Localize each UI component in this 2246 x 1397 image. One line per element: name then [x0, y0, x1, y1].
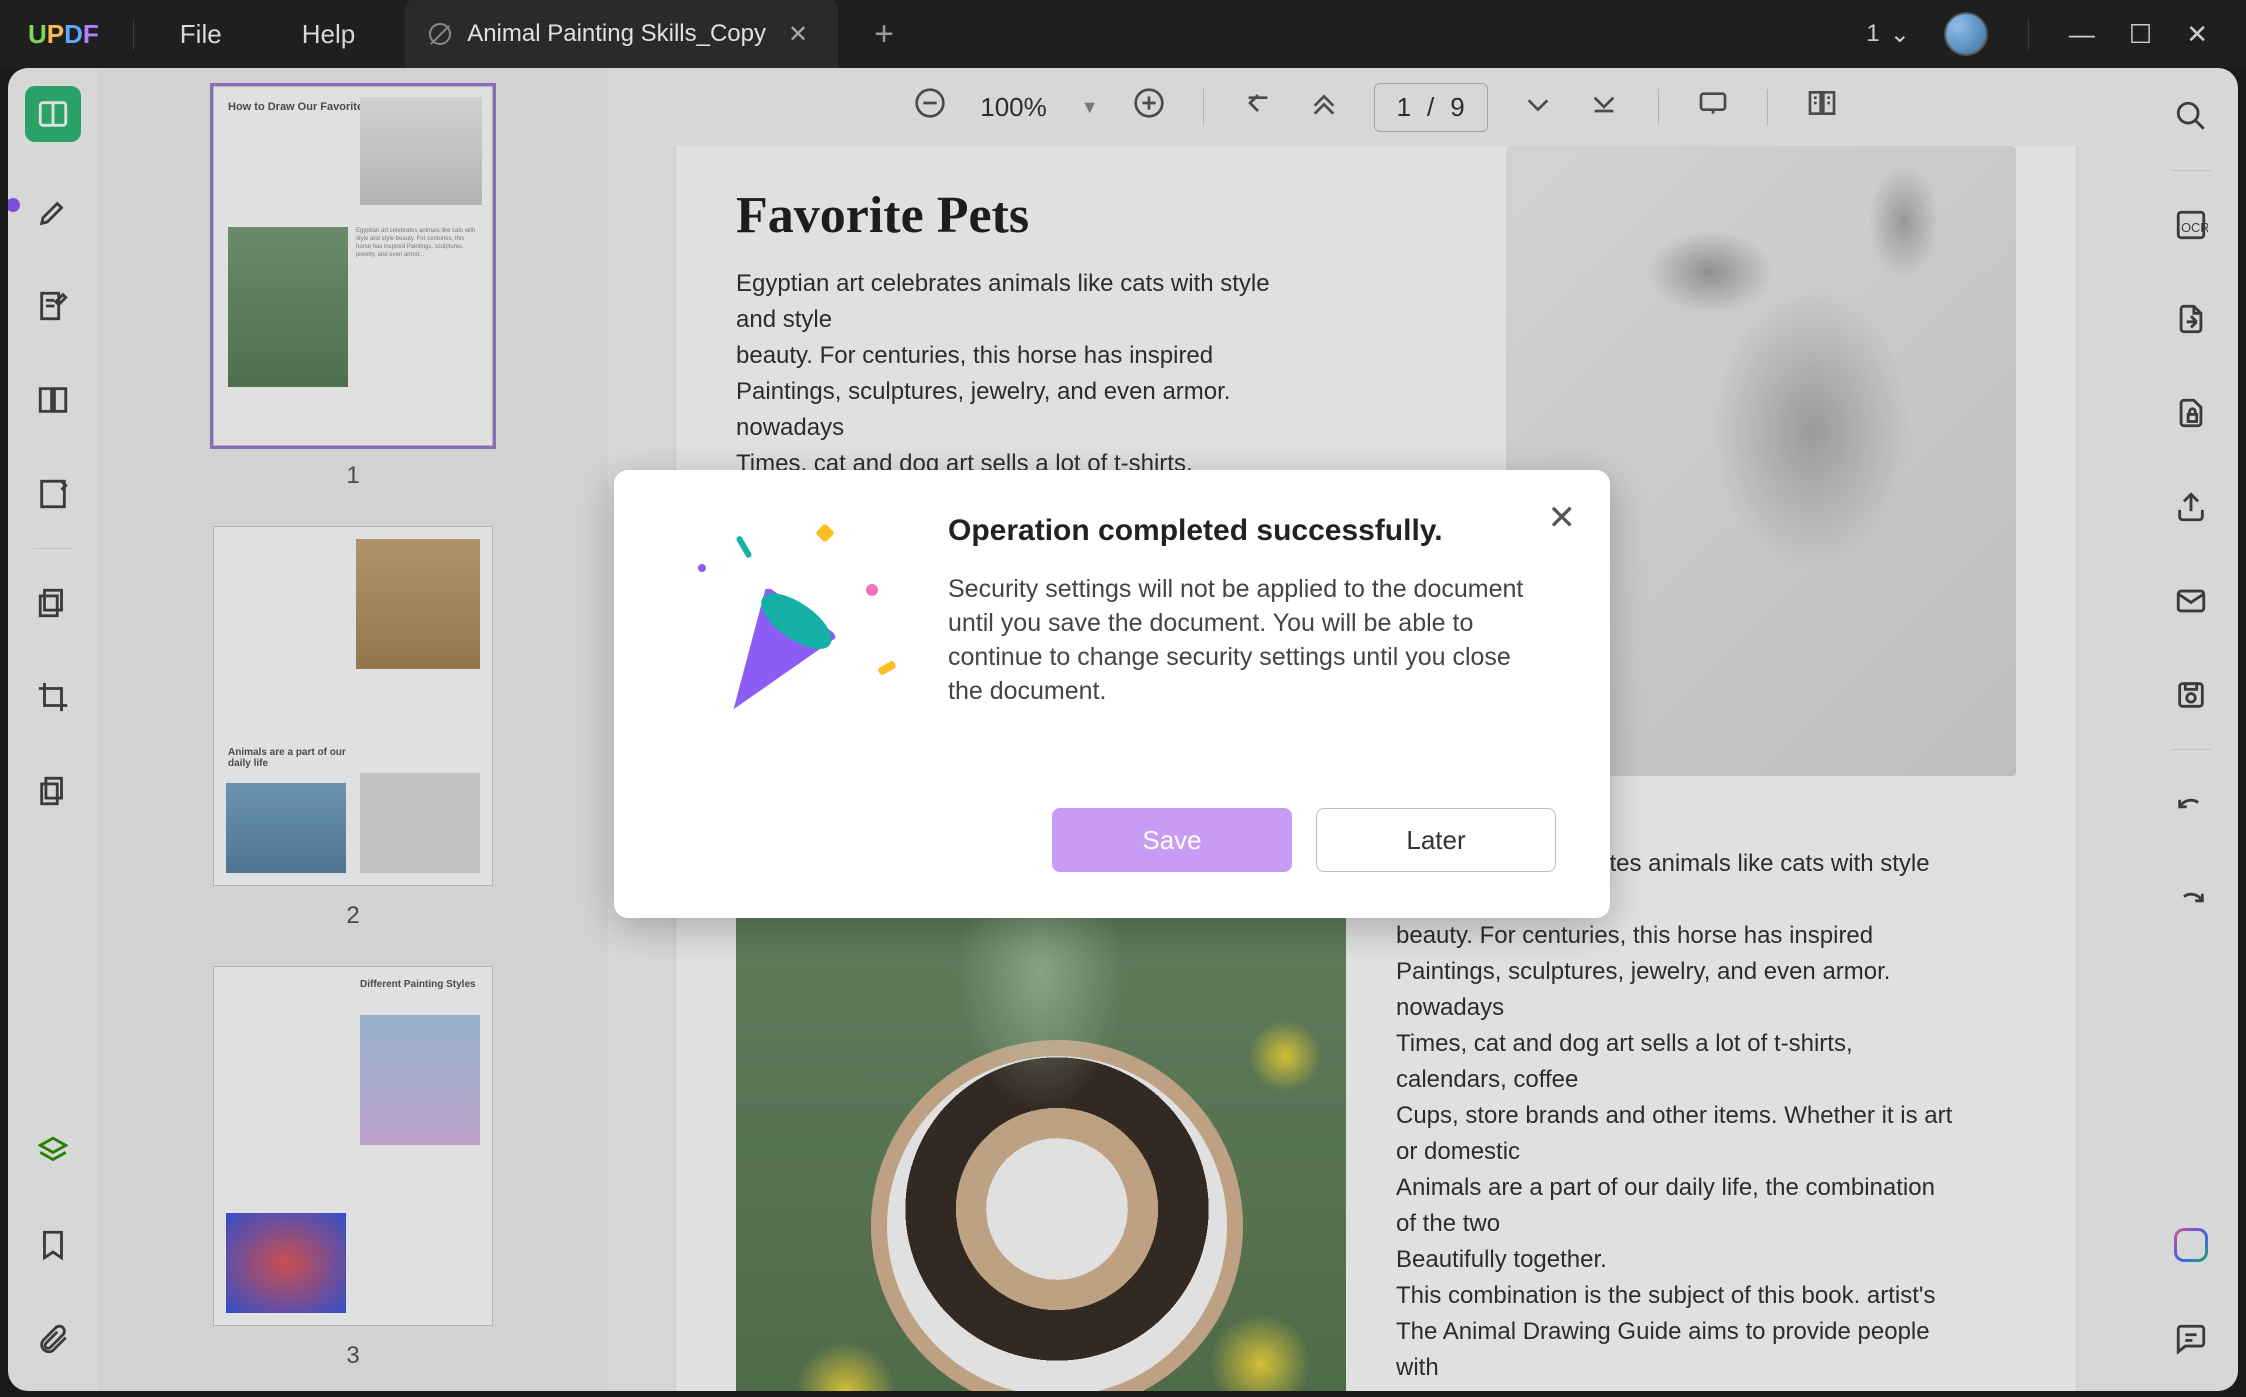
- dialog-message: Security settings will not be applied to…: [948, 572, 1548, 708]
- separator: [133, 18, 134, 50]
- save-button[interactable]: Save: [1052, 808, 1292, 872]
- tab-title: Animal Painting Skills_Copy: [467, 20, 766, 48]
- dialog-title: Operation completed successfully.: [948, 514, 1548, 548]
- document-icon: [429, 23, 451, 45]
- document-tab[interactable]: Animal Painting Skills_Copy ✕: [405, 0, 838, 68]
- menu-file[interactable]: File: [140, 19, 262, 50]
- celebration-icon: [668, 514, 898, 714]
- separator: [2028, 18, 2029, 50]
- titlebar: UPDF File Help Animal Painting Skills_Co…: [0, 0, 2246, 68]
- close-tab-icon[interactable]: ✕: [782, 20, 814, 49]
- new-tab-button[interactable]: +: [838, 15, 930, 54]
- success-dialog: ✕ Operation completed successfully. Secu…: [614, 470, 1610, 918]
- later-button[interactable]: Later: [1316, 808, 1556, 872]
- close-window-button[interactable]: ✕: [2186, 19, 2208, 50]
- window-count[interactable]: 1 ⌄: [1866, 20, 1909, 49]
- chevron-down-icon: ⌄: [1890, 20, 1910, 49]
- window-count-value: 1: [1866, 20, 1879, 48]
- menu-help[interactable]: Help: [262, 19, 395, 50]
- avatar[interactable]: [1944, 12, 1988, 56]
- maximize-button[interactable]: ☐: [2129, 19, 2152, 50]
- close-dialog-button[interactable]: ✕: [1548, 498, 1577, 538]
- app-logo: UPDF: [0, 19, 127, 50]
- minimize-button[interactable]: —: [2069, 19, 2095, 50]
